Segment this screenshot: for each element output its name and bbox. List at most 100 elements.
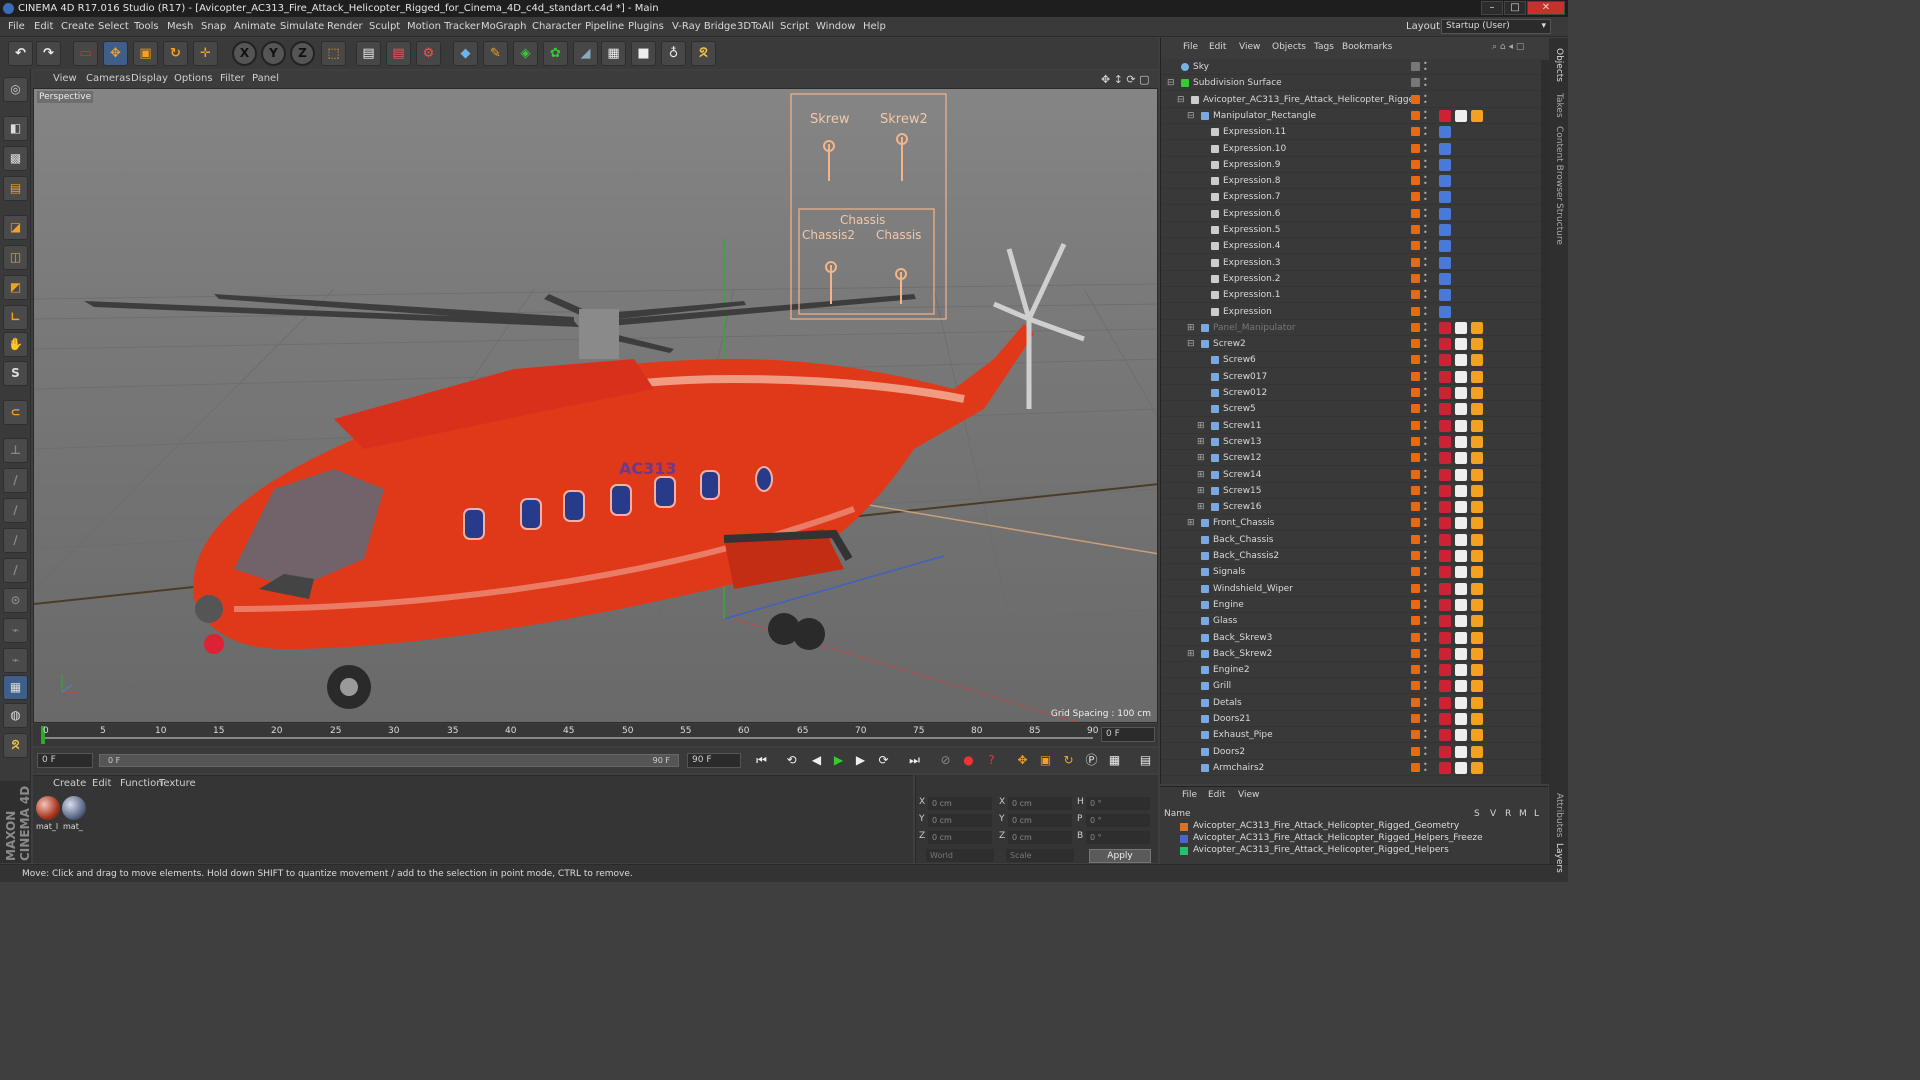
object-tag-icon[interactable]: [1439, 566, 1451, 579]
om-menu-view[interactable]: View: [1239, 42, 1260, 52]
object-tag-icon[interactable]: [1471, 452, 1483, 465]
object-tag-icon[interactable]: [1439, 745, 1451, 758]
object-tag-icon[interactable]: [1471, 647, 1483, 660]
layer-row[interactable]: Avicopter_AC313_Fire_Attack_Helicopter_R…: [1160, 833, 1548, 845]
om-menu-file[interactable]: File: [1183, 42, 1198, 52]
manipulator-panel[interactable]: Skrew Skrew2 Chassis Chassis2 Chassis: [790, 93, 947, 320]
object-row[interactable]: ⊟ Subdivision Surface • •: [1161, 75, 1549, 92]
object-tag-icon[interactable]: [1471, 696, 1483, 709]
object-tag-icon[interactable]: [1471, 321, 1483, 334]
next-key-icon[interactable]: ⟳: [874, 751, 893, 770]
object-tag-icon[interactable]: [1439, 468, 1451, 481]
layer-color-dot[interactable]: [1411, 208, 1420, 218]
layer-color-dot[interactable]: [1411, 371, 1420, 381]
menu-select[interactable]: Select: [98, 21, 129, 32]
object-tag-icon[interactable]: [1455, 664, 1467, 677]
collapse-icon[interactable]: ⊟: [1167, 75, 1175, 91]
visibility-dots-icon[interactable]: • •: [1423, 744, 1428, 758]
object-tag-icon[interactable]: [1439, 370, 1451, 383]
object-tag-icon[interactable]: [1471, 370, 1483, 383]
maximize-button[interactable]: □: [1504, 1, 1526, 15]
object-row[interactable]: ⊞ Screw15 • •: [1161, 483, 1549, 499]
object-tag-icon[interactable]: [1471, 338, 1483, 351]
visibility-dots-icon[interactable]: • •: [1423, 190, 1428, 204]
magnet-icon[interactable]: ⊂: [3, 400, 28, 425]
object-tag-icon[interactable]: [1471, 582, 1483, 595]
object-tag-icon[interactable]: [1439, 680, 1451, 693]
object-row[interactable]: Expression.9 • •: [1161, 157, 1549, 173]
layer-color-dot[interactable]: [1411, 159, 1420, 169]
joint-tool-icon[interactable]: ⌁: [3, 648, 28, 673]
object-tag-icon[interactable]: [1439, 126, 1451, 139]
collapse-icon[interactable]: ⊟: [1187, 108, 1195, 124]
lm-menu-view[interactable]: View: [1238, 790, 1259, 800]
subdivision-surface-icon[interactable]: ◈: [513, 41, 538, 66]
object-tag-icon[interactable]: [1471, 615, 1483, 628]
object-tag-icon[interactable]: [1471, 566, 1483, 579]
object-tag-icon[interactable]: [1455, 321, 1467, 334]
object-row[interactable]: Back_Skrew3 • •: [1161, 630, 1549, 646]
object-row[interactable]: Expression.11 • •: [1161, 124, 1549, 141]
render-view-icon[interactable]: ▤: [356, 41, 381, 66]
object-list-scrollbar[interactable]: [1541, 60, 1549, 784]
3d-viewport[interactable]: AC313 Skrew Skrew2 Chassis Chassis2 Chas…: [33, 88, 1158, 723]
visibility-dots-icon[interactable]: • •: [1423, 614, 1428, 628]
expand-icon[interactable]: ⊞: [1187, 646, 1195, 662]
object-row[interactable]: Doors21 • •: [1161, 711, 1549, 727]
object-tag-icon[interactable]: [1455, 713, 1467, 725]
layer-color-dot[interactable]: [1411, 176, 1420, 186]
deformer-icon[interactable]: ◢: [573, 41, 598, 66]
menu-pipeline[interactable]: Pipeline: [585, 21, 624, 32]
weight-icon[interactable]: ⊙: [3, 588, 28, 613]
menu-3dtoall[interactable]: 3DToAll: [737, 21, 774, 32]
timeline-layout-icon[interactable]: ▤: [1136, 751, 1155, 770]
layer-row[interactable]: Avicopter_AC313_Fire_Attack_Helicopter_R…: [1160, 821, 1548, 833]
visibility-dots-icon[interactable]: • •: [1423, 304, 1428, 318]
play-icon[interactable]: ▶: [829, 751, 848, 770]
render-settings-icon[interactable]: ⚙: [416, 41, 441, 66]
layer-color-dot[interactable]: [1411, 110, 1420, 120]
key-rotate-icon[interactable]: ↻: [1059, 751, 1078, 770]
layer-color-dot[interactable]: [1411, 730, 1420, 740]
vp-menu-cameras[interactable]: Cameras: [86, 73, 130, 84]
object-tag-icon[interactable]: [1455, 484, 1467, 497]
apply-button[interactable]: Apply: [1089, 849, 1151, 863]
layer-color-dot[interactable]: [1411, 697, 1420, 707]
object-tag-icon[interactable]: [1439, 484, 1451, 497]
object-tag-icon[interactable]: [1439, 142, 1451, 155]
object-tag-icon[interactable]: [1471, 713, 1483, 725]
visibility-dots-icon[interactable]: • •: [1423, 516, 1428, 530]
object-tag-icon[interactable]: [1455, 109, 1467, 122]
visibility-dots-icon[interactable]: • •: [1423, 108, 1428, 122]
object-tag-icon[interactable]: [1455, 435, 1467, 448]
object-row[interactable]: ⊞ Screw13 • •: [1161, 434, 1549, 450]
layer-color-dot[interactable]: [1411, 94, 1420, 104]
coordinate-system-icon[interactable]: ⬚: [321, 41, 346, 66]
current-frame-field[interactable]: 0 F: [1101, 727, 1155, 742]
go-to-start-icon[interactable]: ⏮: [752, 751, 771, 770]
object-row[interactable]: ⊟ Screw2 • •: [1161, 336, 1549, 353]
object-row[interactable]: Armchairs2 • •: [1161, 760, 1549, 776]
layer-color-dot[interactable]: [1411, 648, 1420, 658]
size-z-field[interactable]: 0 cm: [1008, 831, 1072, 844]
visibility-dots-icon[interactable]: • •: [1423, 353, 1428, 367]
object-row[interactable]: Expression.1 • •: [1161, 287, 1549, 304]
object-tag-icon[interactable]: [1471, 680, 1483, 693]
object-row[interactable]: Screw5 • •: [1161, 401, 1549, 418]
object-tag-icon[interactable]: [1471, 484, 1483, 497]
object-row[interactable]: Expression.4 • •: [1161, 238, 1549, 255]
x-axis-lock-button[interactable]: X: [232, 41, 257, 66]
layer-color-dot[interactable]: [1411, 616, 1420, 626]
material-swatch[interactable]: [62, 796, 86, 820]
object-row[interactable]: Engine • •: [1161, 597, 1549, 613]
layer-color-dot[interactable]: [1411, 551, 1420, 560]
object-tag-icon[interactable]: [1455, 615, 1467, 628]
object-tag-icon[interactable]: [1455, 354, 1467, 367]
object-tag-icon[interactable]: [1439, 321, 1451, 334]
timeline-ruler[interactable]: 0 5 10 15 20 25 30 35 40 45 50 55 60 65 …: [33, 724, 1158, 746]
object-row[interactable]: ⊟ Manipulator_Rectangle • •: [1161, 108, 1549, 124]
mat-menu-texture[interactable]: Texture: [159, 778, 196, 789]
python-script-icon[interactable]: ᘝ: [3, 733, 28, 758]
object-tag-icon[interactable]: [1439, 533, 1451, 546]
mat-menu-edit[interactable]: Edit: [92, 778, 111, 789]
